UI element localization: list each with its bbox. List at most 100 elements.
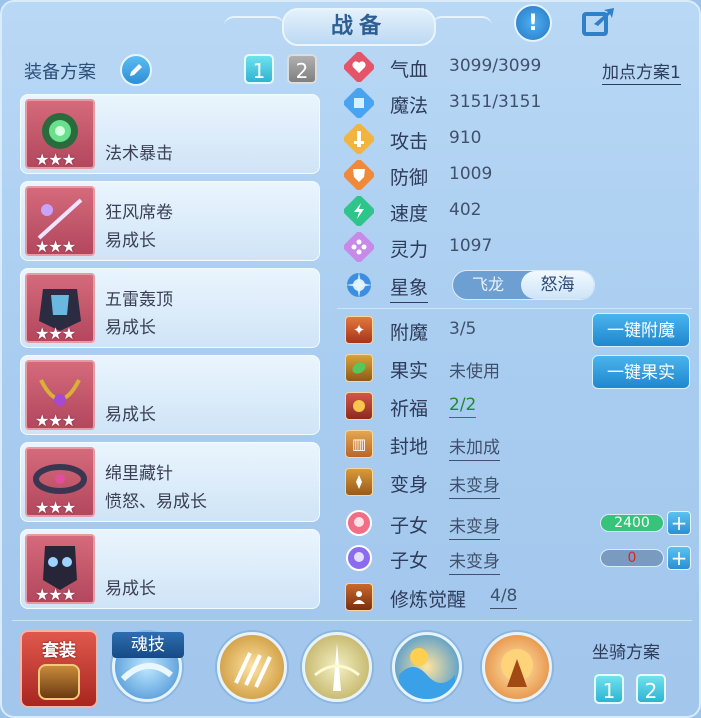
equipment-slot-6[interactable]: ★★★ 易成长: [20, 529, 320, 609]
child-2-points-bar: 0: [600, 549, 664, 567]
equipment-plan-2-button[interactable]: 2: [287, 54, 317, 84]
one-click-enchant-button[interactable]: 一键附魔: [592, 313, 690, 347]
battle-prep-panel: 战备 ! 装备方案 1 2 ★★★ 法术暴击 ★★★ 狂风席卷 易成长 ★★★ …: [0, 0, 701, 718]
equipment-slot-2[interactable]: ★★★ 狂风席卷 易成长: [20, 181, 320, 261]
stat-name: 修炼觉醒: [390, 589, 467, 611]
stat-value: 910: [449, 128, 482, 148]
stat-name: 附魔: [390, 322, 429, 344]
exclamation-icon[interactable]: !: [514, 4, 552, 42]
spear-icon: ★★★: [25, 186, 95, 256]
spirit-icon: [344, 232, 374, 262]
stat-name: 封地: [390, 436, 429, 458]
green-orb-icon: ★★★: [25, 99, 95, 169]
one-click-fruit-button[interactable]: 一键果实: [592, 355, 690, 389]
edit-pencil-icon[interactable]: [120, 54, 152, 86]
equipment-plan-1-button[interactable]: 1: [244, 54, 274, 84]
set-label: 套装: [42, 641, 76, 661]
stat-name: 灵力: [390, 239, 429, 261]
blessing-icon: [344, 391, 374, 421]
stat-name: 祈福: [390, 398, 429, 420]
child-1-add-button[interactable]: +: [667, 511, 691, 535]
claw-skill-icon[interactable]: [217, 632, 287, 702]
constellation-option-nuhai[interactable]: 怒海: [521, 271, 594, 299]
mount-plan-1-button[interactable]: 1: [594, 674, 624, 704]
equipment-trait: 易成长: [105, 231, 156, 251]
child-1-points-value: 2400: [614, 515, 650, 531]
equipment-plan-label: 装备方案: [24, 62, 96, 83]
fire-skill-icon[interactable]: [482, 632, 552, 702]
equipment-trait: 法术暴击: [105, 144, 173, 164]
set-equipment-slot[interactable]: 套装: [20, 630, 98, 708]
section-divider: [337, 308, 692, 309]
stat-value[interactable]: 未变身: [449, 471, 500, 499]
equipment-name: 绵里藏针: [105, 464, 173, 484]
share-arrow-icon[interactable]: [582, 4, 616, 38]
stat-value[interactable]: 2/2: [449, 395, 477, 418]
stat-value[interactable]: 未加成: [449, 433, 500, 461]
equipment-slot-4[interactable]: ★★★ 易成长: [20, 355, 320, 435]
bottom-divider: [12, 620, 692, 621]
equipment-trait: 愤怒、易成长: [105, 492, 207, 512]
equipment-slot-5[interactable]: ★★★ 绵里藏针 愤怒、易成长: [20, 442, 320, 522]
wave-skill-icon[interactable]: [392, 632, 462, 702]
star-rating: ★★★: [35, 585, 76, 604]
equipment-name: 狂风席卷: [105, 203, 173, 223]
stat-value: 3099/3099: [449, 56, 542, 76]
star-rating: ★★★: [35, 411, 76, 430]
title-ornament-right: [432, 16, 492, 34]
stat-name: 防御: [390, 167, 429, 189]
heart-icon: [344, 52, 374, 82]
enchant-icon: ✦: [344, 315, 374, 345]
fief-gate-icon: ▥: [344, 429, 374, 459]
constellation-label[interactable]: 星象: [390, 273, 429, 303]
stat-value: 1097: [449, 236, 493, 256]
star-rating: ★★★: [35, 498, 76, 517]
constellation-option-feilong[interactable]: 飞龙: [453, 271, 523, 299]
stat-value: 3151/3151: [449, 92, 542, 112]
child-2-points-value: 0: [627, 550, 637, 566]
shield-icon: [344, 160, 374, 190]
points-plan-link[interactable]: 加点方案1: [602, 58, 681, 85]
transform-icon: [344, 467, 374, 497]
equipment-trait: 易成长: [105, 318, 156, 338]
constellation-toggle[interactable]: 飞龙 怒海: [452, 270, 595, 300]
treasure-chest-icon: [38, 664, 80, 700]
stat-value: 未使用: [449, 362, 500, 382]
mount-plan-label: 坐骑方案: [592, 643, 660, 663]
title-ornament-left: [224, 16, 284, 34]
stat-value[interactable]: 未变身: [449, 512, 500, 540]
equipment-name: 五雷轰顶: [105, 290, 173, 310]
window-title: 战备: [282, 8, 436, 46]
boots-icon: ★★★: [25, 534, 95, 604]
child-boy-icon: [344, 543, 374, 573]
stat-name: 子女: [390, 550, 429, 572]
star-rating: ★★★: [35, 237, 76, 256]
star-rating: ★★★: [35, 324, 76, 343]
speed-bolt-icon: [344, 196, 374, 226]
stat-value[interactable]: 4/8: [490, 586, 518, 609]
child-girl-icon: [344, 508, 374, 538]
child-2-add-button[interactable]: +: [667, 546, 691, 570]
light-skill-icon[interactable]: [302, 632, 372, 702]
cultivation-icon: [344, 582, 374, 612]
stat-name: 攻击: [390, 131, 429, 153]
necklace-icon: ★★★: [25, 360, 95, 430]
stat-value: 3/5: [449, 319, 477, 339]
stat-name: 魔法: [390, 95, 429, 117]
stat-name: 果实: [390, 360, 429, 382]
star-compass-icon: [344, 270, 374, 300]
mount-plan-2-button[interactable]: 2: [636, 674, 666, 704]
equipment-trait: 易成长: [105, 579, 156, 599]
stat-name: 变身: [390, 474, 429, 496]
fruit-icon: [344, 353, 374, 383]
stat-name: 子女: [390, 515, 429, 537]
equipment-slot-weapon[interactable]: ★★★ 法术暴击: [20, 94, 320, 174]
equipment-slot-3[interactable]: ★★★ 五雷轰顶 易成长: [20, 268, 320, 348]
soul-skill-label: 魂技: [112, 632, 184, 658]
stat-value[interactable]: 未变身: [449, 547, 500, 575]
star-rating: ★★★: [35, 150, 76, 169]
armor-icon: ★★★: [25, 273, 95, 343]
mana-diamond-icon: [344, 88, 374, 118]
belt-icon: ★★★: [25, 447, 95, 517]
stat-value: 1009: [449, 164, 493, 184]
